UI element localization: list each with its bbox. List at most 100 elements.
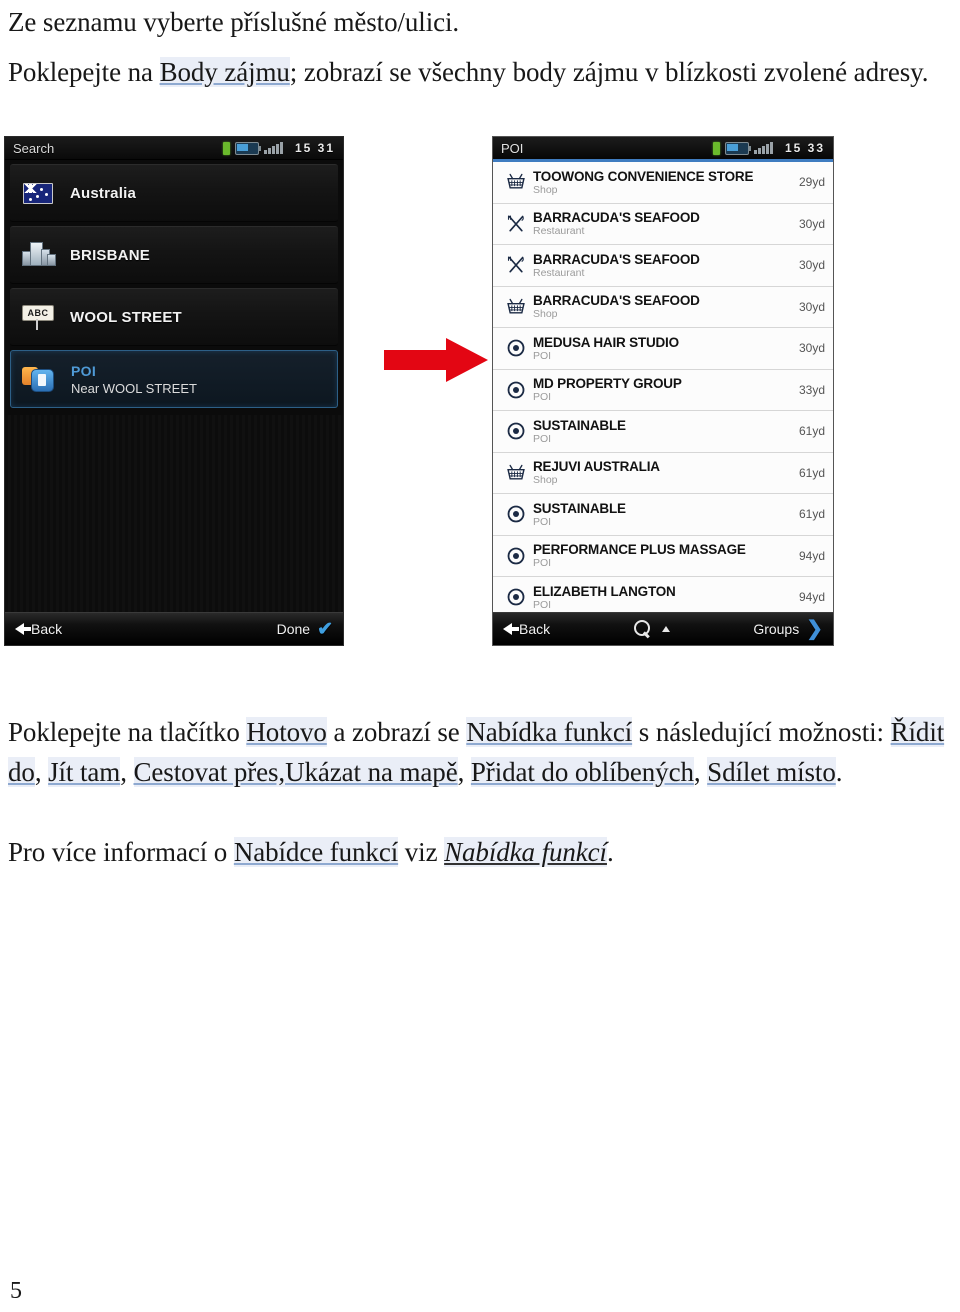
search-result-list: Australia BRISBANE ABC WOOL STREET POI N… bbox=[5, 160, 343, 408]
poi-item-category: Restaurant bbox=[533, 225, 585, 238]
poi-item-text: SUSTAINABLE POI bbox=[533, 418, 793, 445]
target-icon bbox=[499, 587, 533, 607]
poi-item-name: SUSTAINABLE bbox=[533, 500, 626, 516]
poi-list-item[interactable]: BARRACUDA'S SEAFOOD Shop 30yd bbox=[493, 286, 833, 328]
battery-icon bbox=[724, 141, 751, 155]
poi-item-text: BARRACUDA'S SEAFOOD Shop bbox=[533, 293, 793, 320]
p3-s5: , bbox=[120, 757, 134, 787]
link-nabidka-funkci[interactable]: Nabídka funkcí bbox=[466, 717, 632, 747]
left-bottombar: Back Done ✔ bbox=[5, 612, 343, 645]
paragraph-more-info: Pro více informací o Nabídce funkcí viz … bbox=[8, 832, 960, 872]
poi-list-item[interactable]: BARRACUDA'S SEAFOOD Restaurant 30yd bbox=[493, 203, 833, 245]
abc-street-sign-icon: ABC bbox=[20, 301, 56, 333]
p3-s6: , bbox=[457, 757, 471, 787]
link-cestovat-pres[interactable]: Cestovat přes,Ukázat na mapě bbox=[133, 757, 458, 787]
p4-s3: . bbox=[606, 837, 614, 867]
cutlery-icon bbox=[499, 255, 533, 275]
poi-item-category: Restaurant bbox=[533, 266, 585, 279]
list-item-sublabel: Near WOOL STREET bbox=[71, 380, 197, 396]
left-statusbar-icons: 15 31 bbox=[222, 141, 339, 155]
poi-item-name: BARRACUDA'S SEAFOOD bbox=[533, 251, 700, 267]
poi-list-item[interactable]: BARRACUDA'S SEAFOOD Restaurant 30yd bbox=[493, 245, 833, 287]
signal-bars-icon bbox=[753, 142, 780, 154]
back-button[interactable]: Back bbox=[15, 621, 62, 637]
paragraph-hotovo-instruction: Poklepejte na tlačítko Hotovo a zobrazí … bbox=[8, 712, 960, 792]
done-button[interactable]: Done ✔ bbox=[277, 620, 333, 639]
poi-item-text: REJUVI AUSTRALIA Shop bbox=[533, 459, 793, 486]
australia-flag-icon bbox=[20, 177, 56, 209]
left-panel-empty-area bbox=[5, 415, 343, 613]
target-icon bbox=[499, 421, 533, 441]
usb-icon bbox=[712, 141, 720, 155]
poi-list-item[interactable]: MEDUSA HAIR STUDIO POI 30yd bbox=[493, 328, 833, 370]
paragraph-poi-pre: Poklepejte na bbox=[8, 57, 160, 87]
poi-item-name: BARRACUDA'S SEAFOOD bbox=[533, 210, 700, 226]
list-item-country[interactable]: Australia bbox=[10, 164, 338, 222]
poi-item-text: TOOWONG CONVENIENCE STORE Shop bbox=[533, 169, 793, 196]
back-button[interactable]: Back bbox=[503, 621, 550, 637]
p3-s2: a zobrazí se bbox=[326, 717, 467, 747]
poi-item-distance: 94yd bbox=[798, 548, 825, 563]
right-statusbar-title: POI bbox=[501, 140, 524, 156]
usb-icon bbox=[222, 141, 230, 155]
poi-item-text: BARRACUDA'S SEAFOOD Restaurant bbox=[533, 210, 793, 237]
poi-list-item[interactable]: SUSTAINABLE POI 61yd bbox=[493, 411, 833, 453]
target-icon bbox=[499, 380, 533, 400]
poi-item-name: REJUVI AUSTRALIA bbox=[533, 459, 660, 475]
p3-s4: , bbox=[34, 757, 49, 787]
back-button-label: Back bbox=[31, 621, 63, 637]
poi-item-distance: 61yd bbox=[798, 424, 825, 439]
list-item-city[interactable]: BRISBANE bbox=[10, 226, 338, 284]
right-statusbar: POI 15 33 bbox=[493, 137, 833, 162]
link-body-zajmu[interactable]: Body zájmu bbox=[159, 57, 290, 87]
battery-icon bbox=[234, 141, 261, 155]
poi-item-name: MEDUSA HAIR STUDIO bbox=[533, 334, 679, 350]
red-right-arrow bbox=[384, 338, 488, 382]
poi-list-item[interactable]: SUSTAINABLE POI 61yd bbox=[493, 494, 833, 536]
arrow-left-icon bbox=[15, 623, 31, 635]
poi-item-name: PERFORMANCE PLUS MASSAGE bbox=[533, 542, 746, 558]
shopping-basket-icon bbox=[499, 463, 533, 483]
poi-list-item[interactable]: REJUVI AUSTRALIA Shop 61yd bbox=[493, 452, 833, 494]
groups-button[interactable]: Groups ❯ bbox=[753, 619, 823, 639]
poi-item-text: MD PROPERTY GROUP POI bbox=[533, 376, 793, 403]
city-buildings-icon bbox=[20, 239, 56, 271]
cutlery-icon bbox=[499, 214, 533, 234]
poi-item-distance: 30yd bbox=[798, 299, 825, 314]
link-nabidce-funkci[interactable]: Nabídce funkcí bbox=[233, 837, 398, 867]
poi-item-category: POI bbox=[533, 598, 552, 611]
list-item-poi[interactable]: POI Near WOOL STREET bbox=[10, 350, 338, 408]
list-item-label: POI bbox=[71, 362, 97, 379]
search-sort-button[interactable] bbox=[633, 620, 670, 639]
link-nabidka-funkci-ref[interactable]: Nabídka funkcí bbox=[444, 837, 607, 867]
poi-item-category: POI bbox=[533, 391, 552, 404]
poi-list-item[interactable]: MD PROPERTY GROUP POI 33yd bbox=[493, 369, 833, 411]
checkmark-icon: ✔ bbox=[317, 618, 333, 640]
arrow-left-icon bbox=[503, 623, 519, 635]
poi-item-distance: 94yd bbox=[798, 590, 825, 605]
poi-list-item[interactable]: TOOWONG CONVENIENCE STORE Shop 29yd bbox=[493, 162, 833, 204]
poi-item-distance: 61yd bbox=[798, 507, 825, 522]
link-pridat-do-oblibenych[interactable]: Přidat do oblíbených bbox=[470, 757, 694, 787]
right-statusbar-time: 15 33 bbox=[784, 141, 825, 155]
poi-item-text: BARRACUDA'S SEAFOOD Restaurant bbox=[533, 252, 793, 279]
link-sdilet-misto[interactable]: Sdílet místo bbox=[707, 757, 836, 787]
poi-item-category: Shop bbox=[533, 183, 558, 196]
link-jit-tam[interactable]: Jít tam bbox=[48, 757, 120, 787]
poi-item-category: POI bbox=[533, 349, 552, 362]
poi-list-item[interactable]: PERFORMANCE PLUS MASSAGE POI 94yd bbox=[493, 535, 833, 577]
paragraph-poi-instruction: Poklepejte na Body zájmu; zobrazí se vše… bbox=[8, 52, 960, 92]
link-hotovo[interactable]: Hotovo bbox=[246, 717, 327, 747]
signal-bars-icon bbox=[263, 142, 290, 154]
poi-item-distance: 30yd bbox=[798, 341, 825, 356]
chevron-right-icon: ❯ bbox=[806, 618, 823, 640]
list-item-street[interactable]: ABC WOOL STREET bbox=[10, 288, 338, 346]
paragraph-intro: Ze seznamu vyberte příslušné město/ulici… bbox=[8, 7, 460, 37]
page-number: 5 bbox=[10, 1278, 22, 1304]
poi-item-text: PERFORMANCE PLUS MASSAGE POI bbox=[533, 542, 793, 569]
magnifier-up-icon bbox=[633, 620, 652, 639]
poi-item-category: POI bbox=[533, 557, 552, 570]
poi-item-name: MD PROPERTY GROUP bbox=[533, 376, 682, 392]
poi-item-category: POI bbox=[533, 432, 552, 445]
poi-item-category: Shop bbox=[533, 308, 558, 321]
